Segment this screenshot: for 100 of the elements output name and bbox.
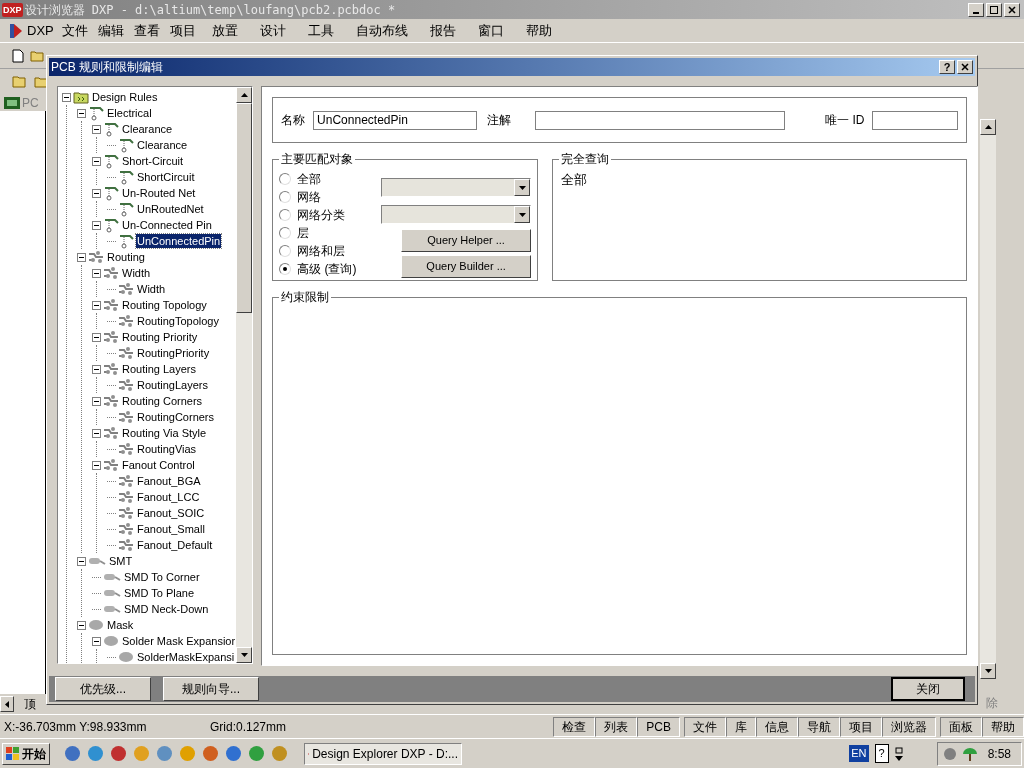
- panel-button[interactable]: 帮助: [982, 716, 1024, 737]
- panel-button[interactable]: 检查: [553, 716, 596, 737]
- tree-item[interactable]: SMD To Plane: [123, 586, 196, 600]
- menu-item[interactable]: 编辑: [92, 20, 129, 41]
- quick-launch-icon[interactable]: [225, 745, 242, 762]
- dropdown-field[interactable]: [381, 205, 532, 224]
- collapse-toggle[interactable]: [92, 460, 101, 470]
- tree-item[interactable]: Solder Mask Expansior: [121, 634, 237, 648]
- tree-item[interactable]: SMT: [108, 554, 134, 568]
- close-button[interactable]: [1004, 2, 1020, 17]
- tree-item[interactable]: Routing Topology: [121, 298, 208, 312]
- help-button[interactable]: ?: [939, 60, 955, 74]
- collapse-toggle[interactable]: [62, 92, 71, 102]
- dialog-button[interactable]: 优先级...: [55, 677, 151, 701]
- close-dialog-button[interactable]: 关闭: [891, 677, 965, 701]
- tree-item[interactable]: Routing Via Style: [121, 426, 208, 440]
- panel-button[interactable]: 导航: [798, 716, 840, 737]
- tree-item[interactable]: Routing Layers: [121, 362, 197, 376]
- menu-item[interactable]: 工具: [296, 20, 345, 41]
- menu-item[interactable]: 项目: [164, 20, 201, 41]
- collapse-toggle[interactable]: [92, 156, 101, 166]
- query-builder-button[interactable]: Query Builder ...: [401, 255, 532, 278]
- tree-item[interactable]: Routing: [106, 250, 146, 264]
- panel-button[interactable]: 面板: [940, 716, 982, 737]
- maximize-button[interactable]: [986, 2, 1002, 17]
- quick-launch-icon[interactable]: [110, 745, 127, 762]
- menu-item[interactable]: 报告: [418, 20, 467, 41]
- scrollbar-thumb[interactable]: [236, 103, 253, 313]
- menu-item[interactable]: 窗口: [466, 20, 515, 41]
- radio-button[interactable]: [279, 173, 292, 185]
- tree-item[interactable]: Width: [136, 282, 167, 296]
- minimize-button[interactable]: [968, 2, 984, 17]
- close-button[interactable]: [957, 60, 973, 74]
- tree-item[interactable]: Fanout_LCC: [136, 490, 201, 504]
- tree-item[interactable]: RoutingCorners: [136, 410, 216, 424]
- tree-item[interactable]: RoutingLayers: [136, 378, 209, 392]
- help-button[interactable]: ?: [874, 744, 889, 763]
- scroll-down-button[interactable]: [236, 647, 253, 663]
- scroll-up-button[interactable]: [980, 119, 996, 135]
- radio-button[interactable]: [279, 227, 292, 239]
- tree-item[interactable]: Fanout_Default: [136, 538, 214, 552]
- menu-item[interactable]: DXP: [24, 20, 57, 41]
- collapse-toggle[interactable]: [92, 636, 101, 646]
- tree-item[interactable]: Short-Circuit: [121, 154, 185, 168]
- menu-item[interactable]: 帮助: [514, 20, 563, 41]
- tree-item[interactable]: Clearance: [136, 138, 189, 152]
- tree-item[interactable]: Fanout Control: [121, 458, 196, 472]
- collapse-toggle[interactable]: [92, 396, 101, 406]
- tree-item[interactable]: Fanout_SOIC: [136, 506, 206, 520]
- collapse-toggle[interactable]: [92, 300, 101, 310]
- tree-item[interactable]: Un-Routed Net: [121, 186, 197, 200]
- scroll-up-button[interactable]: [236, 87, 253, 103]
- language-indicator[interactable]: EN: [849, 745, 869, 762]
- panel-button[interactable]: 浏览器: [882, 716, 936, 737]
- tree-item[interactable]: RoutingVias: [136, 442, 198, 456]
- radio-button[interactable]: [279, 191, 292, 203]
- menu-item[interactable]: 自动布线: [344, 20, 419, 41]
- collapse-toggle[interactable]: [92, 124, 101, 134]
- radio-button[interactable]: [279, 245, 292, 257]
- quick-launch-icon[interactable]: [202, 745, 219, 762]
- collapse-toggle[interactable]: [77, 620, 86, 630]
- caret-icon[interactable]: [894, 746, 903, 761]
- collapse-toggle[interactable]: [77, 556, 86, 566]
- tree-item[interactable]: Mask: [106, 618, 135, 632]
- radio-button[interactable]: [279, 209, 292, 221]
- tree-item[interactable]: RoutingPriority: [136, 346, 211, 360]
- collapse-toggle[interactable]: [92, 364, 101, 374]
- tree-item[interactable]: SolderMaskExpansi: [136, 650, 236, 663]
- tree-item[interactable]: SMD To Corner: [123, 570, 201, 584]
- name-field[interactable]: UnConnectedPin: [313, 110, 478, 130]
- tree-item[interactable]: Un-Connected Pin: [121, 218, 213, 232]
- dropdown-field[interactable]: [381, 178, 532, 197]
- taskbar-window-button[interactable]: Design Explorer DXP - D:...: [304, 742, 462, 765]
- tree-item[interactable]: UnConnectedPin: [136, 234, 222, 248]
- panel-button[interactable]: 项目: [840, 716, 882, 737]
- collapse-toggle[interactable]: [92, 188, 101, 198]
- tree-item[interactable]: Routing Corners: [121, 394, 204, 408]
- collapse-toggle[interactable]: [77, 252, 86, 262]
- tree-item[interactable]: Design Rules: [91, 90, 159, 104]
- tree-item[interactable]: Width: [121, 266, 152, 280]
- radio-button[interactable]: [279, 263, 292, 275]
- comment-field[interactable]: [535, 110, 786, 130]
- scroll-left-button[interactable]: [0, 696, 14, 712]
- menu-item[interactable]: 查看: [128, 20, 165, 41]
- start-button[interactable]: 开始: [2, 742, 50, 765]
- tree-item[interactable]: RoutingTopology: [136, 314, 220, 328]
- menu-item[interactable]: 放置: [200, 20, 249, 41]
- scroll-down-button[interactable]: [980, 663, 996, 679]
- layer-tab[interactable]: 顶: [24, 695, 36, 713]
- tree-item[interactable]: Electrical: [106, 106, 153, 120]
- collapse-toggle[interactable]: [92, 428, 101, 438]
- menu-item[interactable]: 设计: [248, 20, 297, 41]
- collapse-toggle[interactable]: [92, 332, 101, 342]
- tree-item[interactable]: Clearance: [121, 122, 174, 136]
- menu-item[interactable]: 文件: [56, 20, 93, 41]
- panel-button[interactable]: 库: [726, 716, 756, 737]
- panel-button[interactable]: 文件: [684, 716, 726, 737]
- quick-launch-icon[interactable]: [64, 745, 81, 762]
- tree-item[interactable]: UnRoutedNet: [136, 202, 205, 216]
- tree-item[interactable]: SMD Neck-Down: [123, 602, 210, 616]
